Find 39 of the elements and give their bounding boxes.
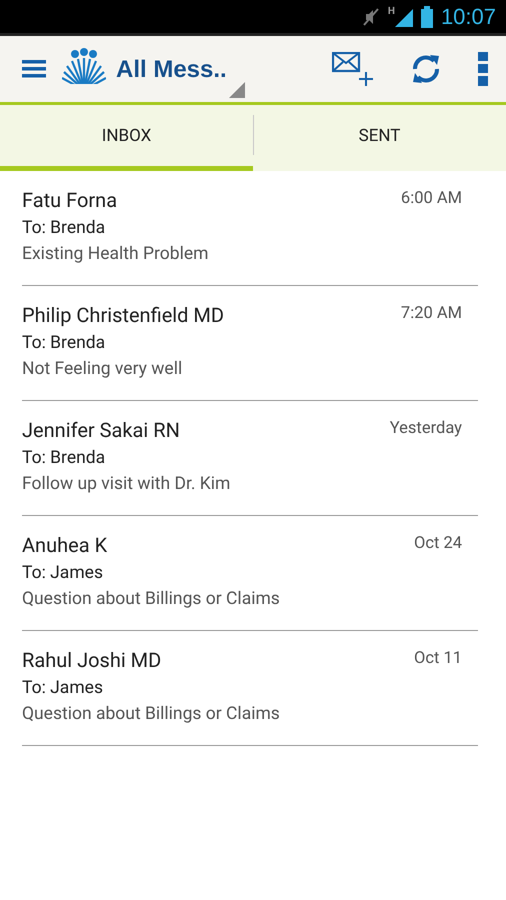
- message-subject: Not Feeling very well: [22, 358, 184, 381]
- tab[interactable]: INBOX: [0, 105, 253, 171]
- recipient: To: Brenda: [22, 447, 106, 470]
- sender-name: Fatu Forna: [22, 187, 118, 214]
- fan-logo-icon: [62, 48, 106, 90]
- recipient: To: Brenda: [22, 332, 106, 355]
- compose-mail-icon[interactable]: [332, 52, 374, 86]
- message-row[interactable]: Jennifer Sakai RN To: Brenda Follow up visit with Dr. Kim Yesterday: [22, 401, 478, 516]
- recipient: To: James: [22, 677, 104, 700]
- message-time: 7:20 AM: [400, 304, 463, 325]
- view-dropdown[interactable]: All Mess..: [116, 52, 245, 98]
- battery-icon: [420, 6, 433, 28]
- refresh-icon[interactable]: [410, 52, 442, 86]
- message-time: Yesterday: [390, 419, 463, 440]
- message-subject: Question about Billings or Claims: [22, 588, 280, 611]
- tab[interactable]: SENT: [253, 105, 506, 171]
- message-subject: Follow up visit with Dr. Kim: [22, 473, 230, 496]
- recipient: To: James: [22, 562, 104, 585]
- message-subject: Existing Health Problem: [22, 243, 208, 266]
- network-type-label: H: [388, 6, 395, 16]
- message-row[interactable]: Philip Christenfield MD To: Brenda Not Feeling very well 7:20 AM: [22, 286, 478, 401]
- recipient: To: Brenda: [22, 217, 106, 240]
- dropdown-corner-icon: [228, 82, 245, 98]
- message-row[interactable]: Rahul Joshi MD To: James Question about Billings or Claims Oct 11: [22, 631, 478, 746]
- message-subject: Question about Billings or Claims: [22, 703, 280, 726]
- sender-name: Anuhea K: [22, 532, 108, 559]
- menu-icon[interactable]: [22, 60, 46, 78]
- sender-name: Rahul Joshi MD: [22, 647, 162, 674]
- clock-time: 10:07: [440, 4, 496, 30]
- muted-icon: [362, 6, 380, 26]
- message-time: Oct 24: [414, 534, 463, 555]
- message-time: Oct 11: [414, 649, 463, 670]
- message-row[interactable]: Fatu Forna To: Brenda Existing Health Problem 6:00 AM: [22, 171, 478, 286]
- message-row[interactable]: Anuhea K To: James Question about Billings or Claims Oct 24: [22, 516, 478, 631]
- sender-name: Jennifer Sakai RN: [22, 417, 181, 444]
- signal-icon: [394, 6, 413, 26]
- message-time: 6:00 AM: [400, 189, 463, 210]
- overflow-menu-icon[interactable]: [478, 52, 488, 86]
- sender-name: Philip Christenfield MD: [22, 302, 224, 329]
